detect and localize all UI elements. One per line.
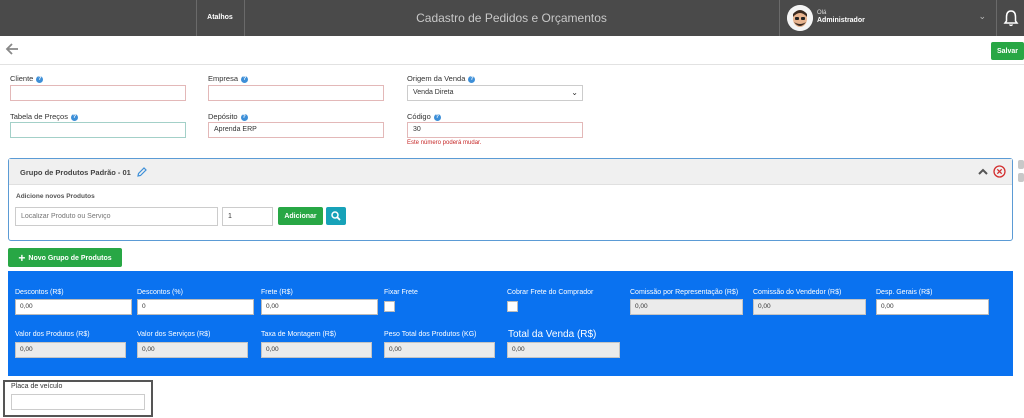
search-icon [331,210,341,221]
scroll-handle[interactable] [1018,173,1024,182]
placa-section: Placa de veículo [3,380,153,417]
back-arrow-icon[interactable] [5,42,19,60]
chevron-up-icon[interactable] [977,166,989,178]
placa-label: Placa de veículo [11,383,63,390]
save-button[interactable]: Salvar [991,42,1024,60]
product-search-input[interactable] [15,207,218,226]
descontos-pct-label: Descontos (%) [137,289,183,296]
codigo-label: Código? [407,112,441,121]
user-name: Administrador [817,17,865,24]
comissao-vend-label: Comissão do Vendedor (R$) [753,289,842,296]
help-icon: ? [240,113,248,121]
taxa-montagem-label: Taxa de Montagem (R$) [261,331,337,338]
descontos-pct-field[interactable]: 0 [137,299,254,315]
comissao-rep-field: 0,00 [630,299,743,315]
cobrar-frete-label: Cobrar Frete do Comprador [507,289,594,296]
totals-panel: Descontos (R$) Descontos (%) Frete (R$) … [8,271,1013,376]
fixar-frete-checkbox[interactable] [384,301,395,312]
help-icon: ? [70,113,78,121]
quantity-field[interactable]: 1 [222,207,273,226]
valor-produtos-field: 0,00 [15,342,126,358]
origem-label: Origem da Venda? [407,74,476,83]
deposito-field[interactable]: Aprenda ERP [208,122,384,138]
descontos-rs-field[interactable]: 0,00 [15,299,132,315]
valor-servicos-label: Valor dos Serviços (R$) [137,331,211,338]
page-title: Cadastro de Pedidos e Orçamentos [416,11,607,25]
help-icon: ? [241,75,249,83]
descontos-rs-label: Descontos (R$) [15,289,64,296]
origem-select[interactable]: Venda Direta ⌄ [407,85,583,101]
help-icon: ? [468,75,476,83]
divider [0,64,1024,65]
pencil-icon[interactable] [137,167,147,177]
cliente-label: Cliente? [10,74,44,83]
peso-total-label: Peso Total dos Produtos (KG) [384,331,477,338]
empresa-label: Empresa? [208,74,249,83]
panel-header: Grupo de Produtos Padrão - 01 [9,159,1012,185]
shortcuts-menu[interactable]: Atalhos [196,0,244,36]
comissao-rep-label: Comissão por Representação (R$) [630,289,739,296]
desp-gerais-label: Desp. Gerais (R$) [876,289,933,296]
help-icon: ? [36,75,44,83]
codigo-note: Este número poderá mudar. [407,140,482,146]
peso-total-field: 0,00 [384,342,495,358]
cliente-field[interactable] [10,85,186,101]
add-product-button[interactable]: Adicionar [278,207,323,225]
scroll-handle[interactable] [1018,160,1024,169]
add-products-label: Adicione novos Produtos [16,193,95,200]
chevron-down-icon: ⌄ [978,11,986,21]
product-group-panel: Grupo de Produtos Padrão - 01 Adicione n… [8,158,1013,241]
help-icon: ? [433,113,441,121]
user-greeting: Olá [817,10,827,16]
empresa-field[interactable] [208,85,384,101]
avatar [787,5,813,31]
fixar-frete-label: Fixar Frete [384,289,418,296]
new-product-group-button[interactable]: + Novo Grupo de Produtos [8,248,122,267]
deposito-label: Depósito? [208,112,248,121]
desp-gerais-field[interactable]: 0,00 [876,299,989,315]
bell-icon[interactable] [1001,8,1021,28]
frete-field[interactable]: 0,00 [261,299,378,315]
plus-icon: + [18,250,26,265]
total-venda-label: Total da Venda (R$) [508,329,597,340]
search-button[interactable] [326,207,346,225]
valor-servicos-field: 0,00 [137,342,248,358]
divider [996,0,997,36]
valor-produtos-label: Valor dos Produtos (R$) [15,331,90,338]
top-bar: Atalhos Cadastro de Pedidos e Orçamentos… [0,0,1024,36]
tabela-label: Tabela de Preços? [10,112,78,121]
total-venda-field: 0,00 [507,342,620,358]
user-menu[interactable]: Olá Administrador ⌄ [779,0,996,36]
placa-field[interactable] [11,394,145,410]
tabela-field[interactable] [10,122,186,138]
close-icon[interactable] [993,165,1006,178]
taxa-montagem-field: 0,00 [261,342,372,358]
group-title: Grupo de Produtos Padrão - 01 [20,168,131,177]
chevron-down-icon: ⌄ [571,88,578,97]
codigo-field[interactable]: 30 [407,122,583,138]
comissao-vend-field: 0,00 [753,299,866,315]
cobrar-frete-checkbox[interactable] [507,301,518,312]
frete-label: Frete (R$) [261,289,293,296]
